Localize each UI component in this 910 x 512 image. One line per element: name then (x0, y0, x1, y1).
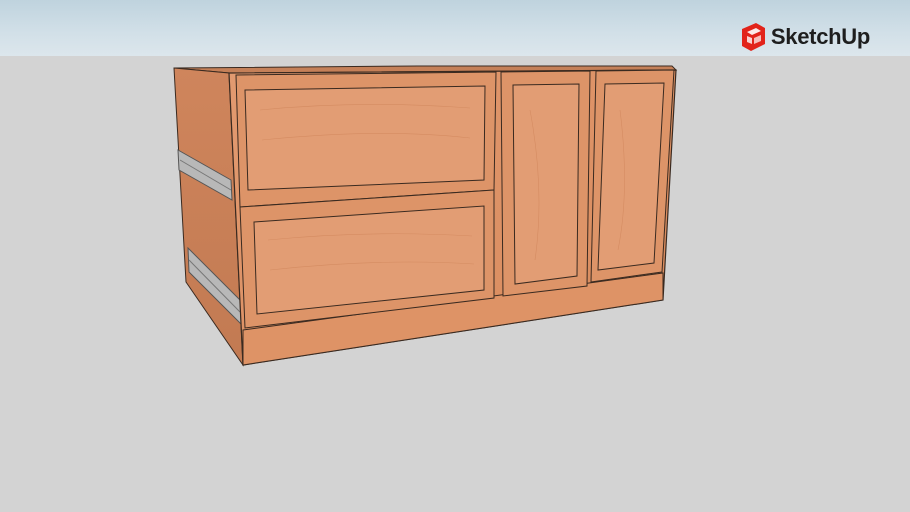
sketchup-logo: SketchUp (739, 22, 870, 52)
sketchup-logo-icon (741, 23, 765, 51)
cabinet-3d-model[interactable] (0, 0, 910, 512)
3d-viewport[interactable]: SketchUp (0, 0, 910, 512)
left-door-panel (512, 83, 580, 285)
right-door-panel (597, 82, 665, 271)
logo-text: SketchUp (770, 24, 870, 49)
